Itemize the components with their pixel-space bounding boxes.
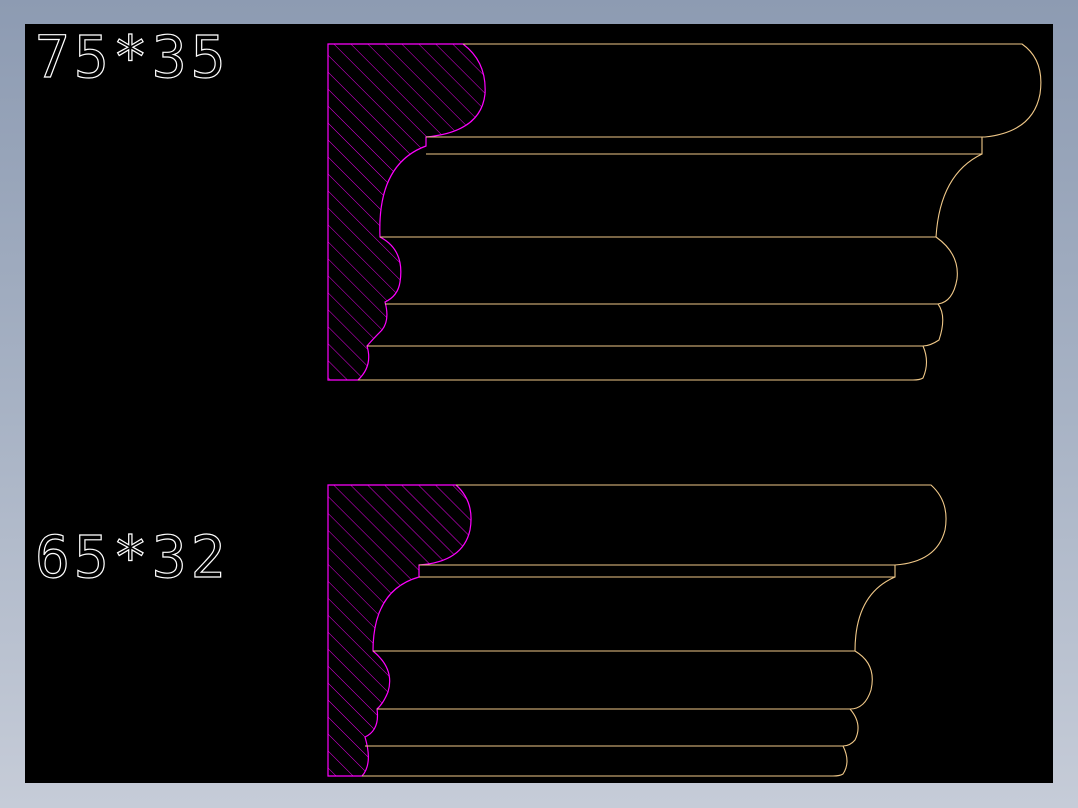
section-hatch-top — [327, 43, 486, 381]
profile-75x35 — [327, 43, 1042, 381]
cad-drawing: 75*35 65*32 — [34, 24, 1042, 777]
section-hatch-bottom — [327, 484, 472, 777]
cad-drawing-canvas[interactable]: 75*35 65*32 — [25, 24, 1053, 783]
label-75x35: 75*35 — [35, 24, 230, 91]
profile-65x32 — [327, 484, 947, 777]
label-65x32: 65*32 — [35, 523, 230, 591]
